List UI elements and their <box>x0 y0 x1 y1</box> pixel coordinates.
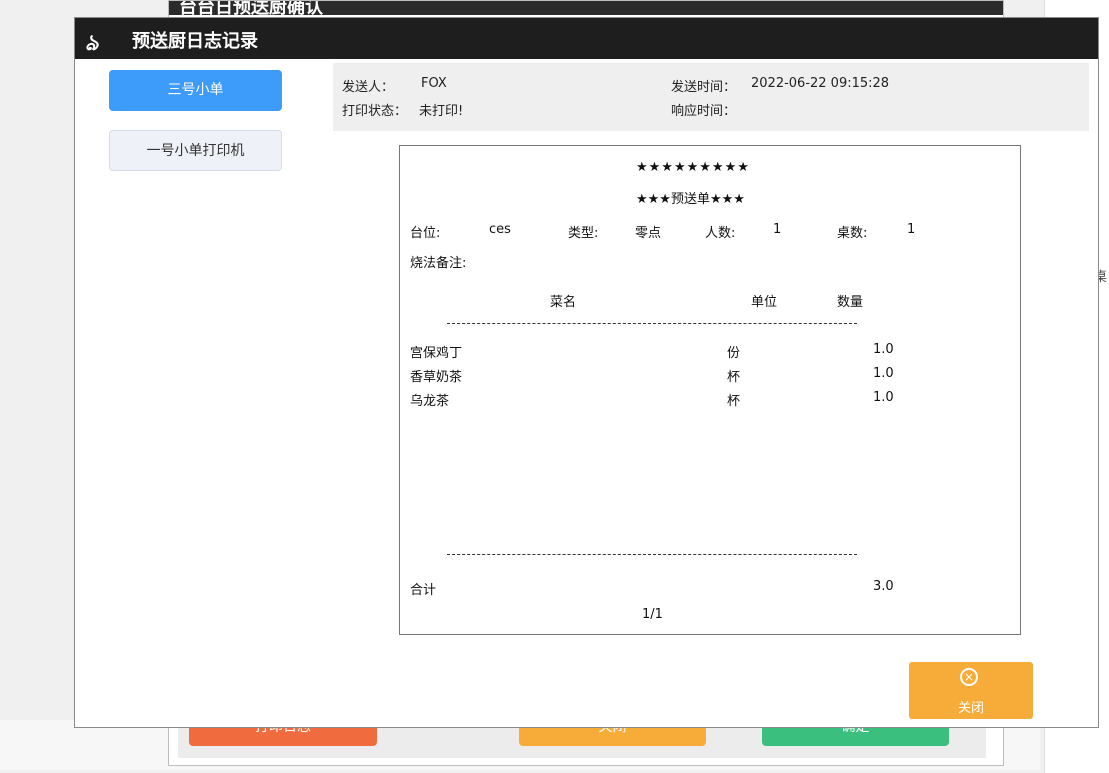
table-position-value: ces <box>489 222 511 237</box>
printer-tab-label: 一号小单打印机 <box>146 143 245 159</box>
people-value: 1 <box>773 222 782 237</box>
item-unit: 杯 <box>727 394 741 409</box>
send-info-panel: 发送人： FOX 发送时间： 2022-06-22 09:15:28 打印状态：… <box>333 63 1089 131</box>
close-button[interactable]: × 关闭 <box>909 662 1033 719</box>
kitchen-log-dialog: ঌ 预送厨日志记录 三号小单 一号小单打印机 发送人： FOX 发送时间： 20… <box>74 17 1099 728</box>
item-qty: 1.0 <box>873 366 894 381</box>
background-dialog-title: 台台日预送厨确认 <box>169 1 1003 15</box>
app-logo-icon: ঌ <box>85 31 98 56</box>
separator-line <box>447 554 857 555</box>
response-time-label: 响应时间： <box>671 104 737 119</box>
column-unit: 单位 <box>751 295 778 310</box>
separator-line <box>447 323 857 324</box>
desks-value: 1 <box>907 222 916 237</box>
send-time-value: 2022-06-22 09:15:28 <box>751 76 890 91</box>
page-indicator: 1/1 <box>642 607 663 622</box>
dialog-title-bar: ঌ 预送厨日志记录 <box>75 18 1098 59</box>
printer-tab-one[interactable]: 一号小单打印机 <box>109 130 282 171</box>
item-name: 乌龙茶 <box>410 394 450 409</box>
order-type-label: 类型: <box>568 226 599 241</box>
desks-label: 桌数: <box>837 226 868 241</box>
receipt-stars: ★★★★★★★★★ <box>636 160 750 175</box>
sender-label: 发送人： <box>342 80 395 95</box>
item-name: 宫保鸡丁 <box>410 346 463 361</box>
item-qty: 1.0 <box>873 342 894 357</box>
close-button-label: 关闭 <box>957 701 984 716</box>
people-label: 人数: <box>705 226 736 241</box>
table-position-label: 台位: <box>410 226 441 241</box>
print-status-value: 未打印! <box>419 104 464 119</box>
print-status-label: 打印状态： <box>342 104 408 119</box>
total-value: 3.0 <box>873 579 894 594</box>
receipt-preview: ★★★★★★★★★ ★★★预送单★★★ 台位: ces 类型: 零点 人数: 1… <box>399 145 1021 635</box>
item-unit: 份 <box>727 346 741 361</box>
background-dialog-title-text: 台台日预送厨确认 <box>179 1 323 15</box>
sender-value: FOX <box>421 76 447 91</box>
item-name: 香草奶茶 <box>410 370 463 385</box>
column-quantity: 数量 <box>837 295 864 310</box>
cooking-note-label: 烧法备注: <box>410 256 467 271</box>
receipt-heading: ★★★预送单★★★ <box>636 192 745 207</box>
printer-tab-three[interactable]: 三号小单 <box>109 70 282 111</box>
item-unit: 杯 <box>727 370 741 385</box>
printer-tab-label: 三号小单 <box>167 82 224 98</box>
total-label: 合计 <box>410 583 437 598</box>
column-dish-name: 菜名 <box>550 295 577 310</box>
order-type-value: 零点 <box>635 226 662 241</box>
close-circle-icon: × <box>960 668 978 686</box>
send-time-label: 发送时间： <box>671 80 737 95</box>
item-qty: 1.0 <box>873 390 894 405</box>
dialog-title: 预送厨日志记录 <box>132 31 258 52</box>
